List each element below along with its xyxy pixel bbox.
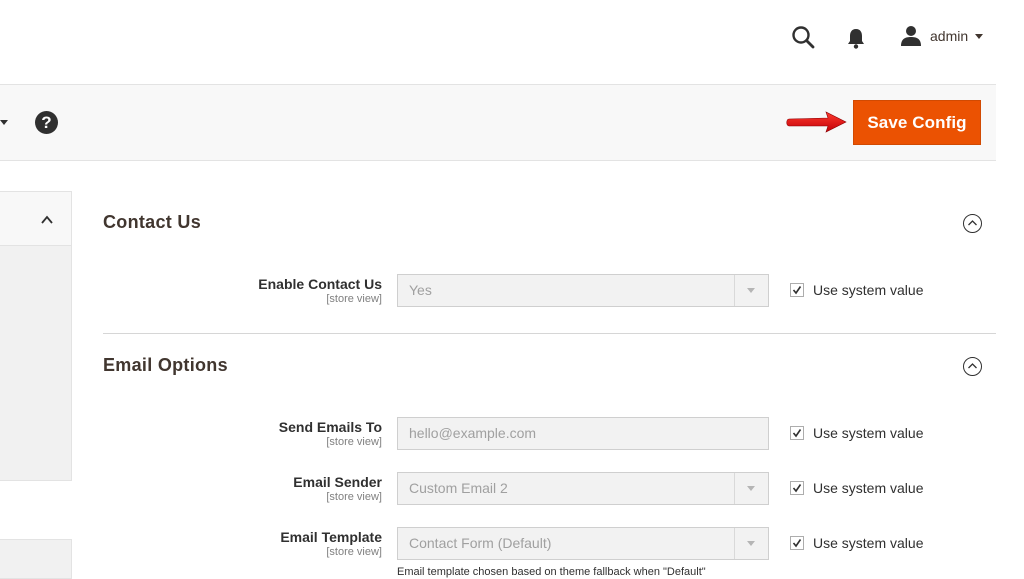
field-scope: [store view] [326, 436, 382, 448]
checkbox-checked-icon [790, 536, 804, 550]
section-divider [103, 333, 996, 334]
use-system-value-checkbox[interactable]: Use system value [790, 425, 923, 441]
chevron-down-icon [975, 33, 984, 39]
bell-icon[interactable] [844, 24, 868, 52]
use-system-value-checkbox[interactable]: Use system value [790, 282, 923, 298]
select-value: Contact Form (Default) [409, 535, 552, 551]
checkbox-label: Use system value [813, 282, 924, 298]
use-system-value-checkbox[interactable]: Use system value [790, 535, 923, 551]
chevron-down-icon [734, 473, 768, 504]
field-label-send-emails-to: Send Emails To [store view] [279, 419, 382, 449]
field-scope: [store view] [326, 546, 382, 558]
email-sender-select[interactable]: Custom Email 2 [397, 472, 769, 505]
section-title-contact-us[interactable]: Contact Us [103, 212, 201, 233]
checkbox-checked-icon [790, 481, 804, 495]
use-system-value-checkbox[interactable]: Use system value [790, 480, 923, 496]
field-label-text: Send Emails To [278, 419, 382, 435]
config-sidebar-panel-2[interactable] [0, 539, 72, 579]
chevron-down-icon [734, 528, 768, 559]
collapse-contact-us-icon[interactable] [963, 214, 982, 233]
enable-contact-us-select[interactable]: Yes [397, 274, 769, 307]
sidebar-group-header[interactable] [0, 192, 71, 246]
email-template-select[interactable]: Contact Form (Default) [397, 527, 769, 560]
section-title-email-options[interactable]: Email Options [103, 355, 228, 376]
select-value: Custom Email 2 [409, 480, 508, 496]
chevron-up-icon [41, 215, 53, 224]
red-arrow-annotation-icon [786, 111, 847, 133]
field-note: Email template chosen based on theme fal… [397, 566, 706, 578]
checkbox-checked-icon [790, 426, 804, 440]
admin-header: admin [0, 0, 996, 85]
config-sidebar-panel [0, 191, 72, 481]
save-config-button[interactable]: Save Config [853, 100, 981, 145]
field-label-text: Enable Contact Us [258, 276, 382, 292]
search-icon[interactable] [790, 24, 818, 52]
field-label-email-sender: Email Sender [store view] [293, 474, 382, 504]
field-label-email-template: Email Template [store view] [280, 529, 382, 559]
user-menu[interactable]: admin [900, 22, 984, 50]
checkbox-label: Use system value [813, 535, 924, 551]
user-icon [901, 26, 921, 46]
input-placeholder: hello@example.com [409, 425, 537, 441]
field-label-text: Email Sender [293, 474, 382, 490]
user-name: admin [930, 28, 969, 44]
checkbox-label: Use system value [813, 480, 924, 496]
scope-switcher-caret-icon[interactable] [0, 120, 8, 125]
field-label-enable-contact-us: Enable Contact Us [store view] [258, 276, 382, 306]
field-scope: [store view] [326, 293, 382, 305]
checkbox-checked-icon [790, 283, 804, 297]
select-value: Yes [409, 282, 432, 298]
field-label-text: Email Template [280, 529, 382, 545]
checkbox-label: Use system value [813, 425, 924, 441]
field-scope: [store view] [326, 491, 382, 503]
help-icon[interactable]: ? [35, 111, 58, 134]
chevron-down-icon [734, 275, 768, 306]
send-emails-to-input[interactable]: hello@example.com [397, 417, 769, 450]
collapse-email-options-icon[interactable] [963, 357, 982, 376]
